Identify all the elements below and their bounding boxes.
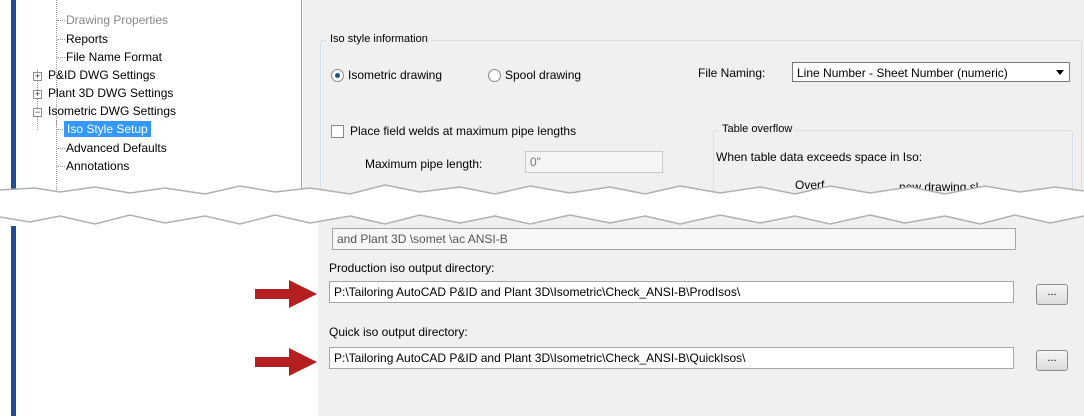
expand-plus-icon[interactable]: +	[33, 72, 42, 81]
isometric-drawing-radio[interactable]	[331, 69, 344, 82]
field-welds-label: Place field welds at maximum pipe length…	[350, 124, 577, 138]
bottom-panel: and Plant 3D \somet \ac ANSI-B Productio…	[0, 206, 1084, 416]
tree-connector	[57, 166, 65, 167]
tree-item-plant3d-dwg-settings[interactable]: Plant 3D DWG Settings	[48, 85, 173, 101]
torn-edge-bottom	[0, 196, 1084, 225]
table-overflow-title: Table overflow	[719, 123, 796, 135]
production-browse-button[interactable]: ...	[1036, 284, 1068, 305]
isometric-drawing-label: Isometric drawing	[348, 68, 443, 82]
quick-browse-button[interactable]: ...	[1036, 350, 1068, 371]
tree-item-reports[interactable]: Reports	[66, 31, 108, 47]
tree-item-file-name-format[interactable]: File Name Format	[66, 49, 162, 65]
collapse-minus-icon[interactable]: −	[33, 108, 42, 117]
field-welds-checkbox[interactable]	[331, 125, 344, 138]
tree-item-drawing-properties[interactable]: Drawing Properties	[66, 12, 168, 28]
output-directory-panel: and Plant 3D \somet \ac ANSI-B Productio…	[318, 206, 1084, 416]
window-border	[11, 226, 16, 416]
table-overflow-text: When table data exceeds space in Iso:	[716, 150, 923, 164]
tree-connector	[57, 20, 65, 21]
file-naming-select[interactable]: Line Number - Sheet Number (numeric)	[792, 62, 1070, 82]
tree-item-advanced-defaults[interactable]: Advanced Defaults	[66, 140, 167, 156]
spool-drawing-radio[interactable]	[488, 69, 501, 82]
production-dir-input[interactable]: P:\Tailoring AutoCAD P&ID and Plant 3D\I…	[329, 281, 1014, 303]
file-naming-value: Line Number - Sheet Number (numeric)	[797, 66, 1008, 80]
chevron-down-icon	[1056, 70, 1064, 75]
file-naming-label: File Naming:	[698, 66, 766, 80]
tree-connector	[57, 57, 65, 58]
expand-plus-icon[interactable]: +	[33, 90, 42, 99]
quick-dir-input[interactable]: P:\Tailoring AutoCAD P&ID and Plant 3D\I…	[329, 347, 1014, 369]
tree-connector	[57, 148, 65, 149]
quick-dir-label: Quick iso output directory:	[329, 325, 468, 339]
iso-style-group-title: Iso style information	[327, 33, 431, 45]
tree-item-pid-dwg-settings[interactable]: P&ID DWG Settings	[48, 67, 155, 83]
tree-item-isometric-dwg-settings[interactable]: Isometric DWG Settings	[48, 103, 176, 119]
tree-connector	[57, 39, 65, 40]
spool-drawing-label: Spool drawing	[505, 68, 582, 82]
tree-item-iso-style-setup[interactable]: Iso Style Setup	[64, 121, 151, 137]
callout-arrow-icon	[255, 348, 317, 376]
production-dir-label: Production iso output directory:	[329, 261, 495, 275]
callout-arrow-icon	[255, 280, 317, 308]
